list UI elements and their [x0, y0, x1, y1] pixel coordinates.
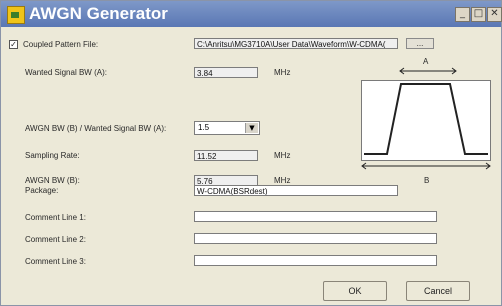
ratio-label: AWGN BW (B) / Wanted Signal BW (A):: [25, 124, 167, 133]
comment-line-2-label: Comment Line 2:: [25, 235, 86, 244]
cancel-button[interactable]: Cancel: [406, 281, 470, 301]
app-icon: [7, 6, 25, 24]
diagram-label-b: B: [424, 176, 430, 185]
comment-line-3-field[interactable]: [194, 255, 437, 266]
wanted-bw-field: 3.84: [194, 67, 258, 78]
minimize-button[interactable]: _: [455, 7, 470, 22]
package-field[interactable]: W-CDMA(BSRdest): [194, 185, 398, 196]
title-bar[interactable]: AWGN Generator _ □ ✕: [1, 1, 502, 27]
diagram-label-a: A: [423, 57, 429, 66]
ok-button[interactable]: OK: [323, 281, 387, 301]
browse-button[interactable]: ...: [406, 38, 434, 49]
close-button[interactable]: ✕: [487, 7, 502, 22]
arrow-b-icon: [361, 162, 491, 170]
wanted-bw-unit: MHz: [274, 68, 291, 77]
awgn-generator-dialog: AWGN Generator _ □ ✕ ✓ Coupled Pattern F…: [0, 0, 502, 306]
coupled-pattern-label: Coupled Pattern File:: [23, 40, 99, 49]
awgn-bw-unit: MHz: [274, 176, 291, 185]
awgn-bw-label: AWGN BW (B):: [25, 176, 80, 185]
bandwidth-diagram: [361, 80, 491, 161]
coupled-pattern-checkbox[interactable]: ✓: [9, 40, 18, 49]
arrow-a-icon: [399, 67, 457, 75]
ratio-select[interactable]: 1.5 ▼: [194, 121, 260, 135]
package-label: Package:: [25, 186, 59, 195]
coupled-pattern-file-field[interactable]: C:\Anritsu\MG3710A\User Data\Waveform\W-…: [194, 38, 398, 49]
bandwidth-diagram-shape: [364, 83, 488, 155]
window-title: AWGN Generator: [29, 4, 168, 23]
comment-line-3-label: Comment Line 3:: [25, 257, 86, 266]
wanted-bw-label: Wanted Signal BW (A):: [25, 68, 107, 77]
comment-line-2-field[interactable]: [194, 233, 437, 244]
comment-line-1-label: Comment Line 1:: [25, 213, 86, 222]
ratio-value: 1.5: [198, 123, 210, 132]
sampling-rate-unit: MHz: [274, 151, 291, 160]
sampling-rate-label: Sampling Rate:: [25, 151, 80, 160]
comment-line-1-field[interactable]: [194, 211, 437, 222]
sampling-rate-field: 11.52: [194, 150, 258, 161]
maximize-button[interactable]: □: [471, 7, 486, 22]
chevron-down-icon[interactable]: ▼: [245, 123, 258, 133]
